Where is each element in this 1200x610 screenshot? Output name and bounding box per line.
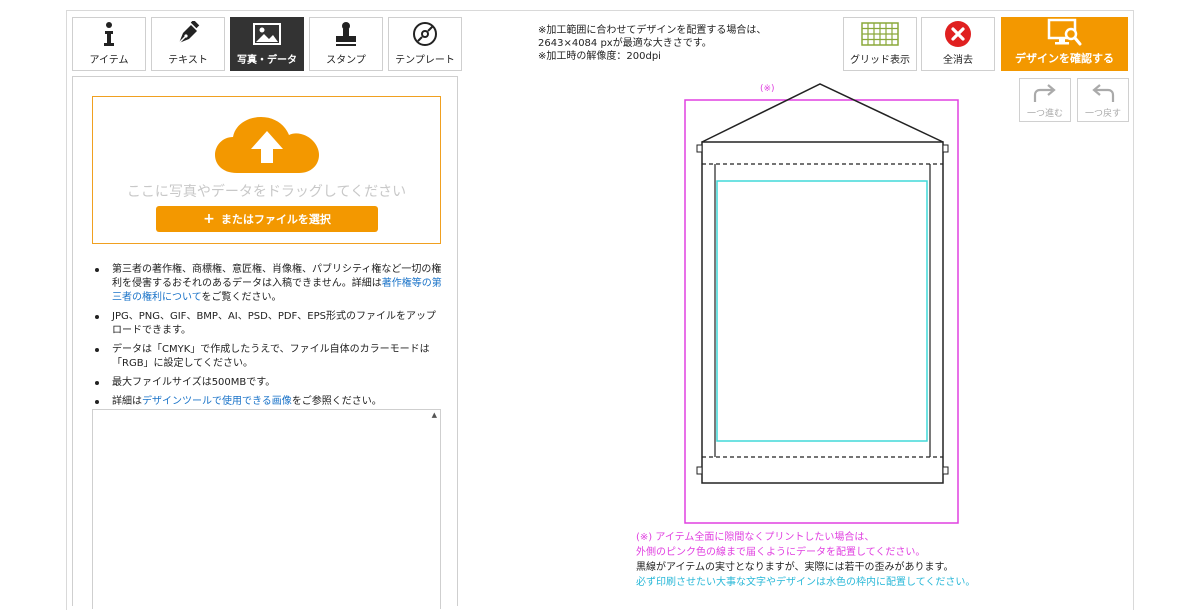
stamp-icon: [333, 20, 359, 48]
grid-label: グリッド表示: [850, 55, 910, 66]
tab-label: 写真・データ: [237, 55, 297, 66]
safe-area: [716, 180, 928, 442]
list-item: 最大ファイルサイズは500MBです。: [95, 376, 445, 390]
clear-all-button[interactable]: 全消去: [921, 17, 995, 71]
note-text: をご参照ください。: [291, 396, 382, 407]
tab-label: テンプレート: [395, 55, 455, 66]
grid-toggle-button[interactable]: グリッド表示: [843, 17, 917, 71]
top-right-hook: [942, 144, 949, 153]
info-line: 2643×4084 pxが最適な大きさです。: [538, 38, 712, 49]
select-file-button[interactable]: + またはファイルを選択: [156, 206, 378, 232]
bottom-left-hook: [696, 466, 703, 475]
bottom-right-hook: [942, 466, 949, 475]
info-line: ※加工時の解像度：200dpi: [538, 51, 661, 62]
redo-icon: [1033, 84, 1056, 102]
scroll-up-arrow-icon[interactable]: ▲: [432, 411, 437, 419]
info-icon: [102, 20, 116, 48]
list-item: 詳細はデザインツールで使用できる画像をご参照ください。: [95, 395, 445, 409]
note-text: JPG、PNG、GIF、BMP、AI、PSD、PDF、EPS形式のファイルをアッ…: [112, 311, 437, 336]
top-left-hook: [696, 144, 703, 153]
note-text: をご覧ください。: [201, 292, 282, 303]
confirm-design-button[interactable]: デザインを確認する: [1001, 17, 1128, 71]
clear-label: 全消去: [943, 55, 973, 66]
note-text: 最大ファイルサイズは500MBです。: [112, 377, 276, 388]
upload-cloud-icon: [213, 117, 321, 177]
legend-line-pink: 外側のピンク色の線まで届くようにデータを配置してください。: [636, 547, 926, 558]
usable-images-link[interactable]: デザインツールで使用できる画像: [142, 396, 292, 407]
list-item: データは「CMYK」で作成したうえで、ファイル自体のカラーモードは「RGB」に設…: [95, 343, 445, 371]
canvas-legend: (※) アイテム全面に隙間なくプリントしたい場合は、 外側のピンク色の線まで届く…: [636, 530, 975, 590]
grid-icon: [861, 19, 899, 49]
monitor-search-icon: [1047, 18, 1083, 48]
tab-text[interactable]: テキスト: [151, 17, 225, 71]
info-line: ※加工範囲に合わせてデザインを配置する場合は、: [538, 25, 767, 36]
redo-label: 一つ進む: [1026, 109, 1063, 119]
confirm-label: デザインを確認する: [1015, 52, 1114, 65]
file-drop-zone[interactable]: ここに写真やデータをドラッグしてください + またはファイルを選択: [92, 96, 441, 244]
plus-icon: +: [203, 211, 215, 227]
template-icon: [412, 20, 438, 48]
tab-template[interactable]: テンプレート: [388, 17, 462, 71]
hanging-string: [701, 83, 944, 143]
item-outline: [701, 141, 944, 484]
pen-icon: [175, 20, 201, 48]
note-text: 詳細は: [112, 396, 142, 407]
legend-line-pink: (※) アイテム全面に隙間なくプリントしたい場合は、: [636, 532, 875, 543]
tab-label: スタンプ: [326, 55, 366, 66]
upload-notes: 第三者の著作権、商標権、意匠権、肖像権、パブリシティ権など一切の権利を侵害するお…: [95, 263, 445, 414]
size-info: ※加工範囲に合わせてデザインを配置する場合は、 2643×4084 pxが最適な…: [538, 24, 766, 63]
legend-line-black: 黒線がアイテムの実寸となりますが、実際には若干の歪みがあります。: [636, 562, 954, 573]
undo-icon: [1092, 84, 1115, 102]
tab-item[interactable]: アイテム: [72, 17, 146, 71]
drop-hint: ここに写真やデータをドラッグしてください: [126, 184, 407, 200]
tab-photo-data[interactable]: 写真・データ: [230, 17, 304, 71]
tool-tabs: アイテム テキスト 写真・データ スタンプ テンプレート: [72, 17, 462, 71]
tab-stamp[interactable]: スタンプ: [309, 17, 383, 71]
note-text: データは「CMYK」で作成したうえで、ファイル自体のカラーモードは「RGB」に設…: [112, 344, 430, 369]
tab-label: テキスト: [168, 55, 208, 66]
photo-data-panel: ここに写真やデータをドラッグしてください + またはファイルを選択 第三者の著作…: [72, 76, 458, 609]
tab-label: アイテム: [89, 55, 129, 66]
select-file-label: またはファイルを選択: [220, 213, 331, 226]
undo-label: 一つ戻す: [1084, 109, 1121, 119]
undo-button[interactable]: 一つ戻す: [1077, 78, 1129, 122]
close-circle-icon: [944, 19, 972, 49]
legend-line-cyan: 必ず印刷させたい大事な文字やデザインは水色の枠内に配置してください。: [636, 577, 976, 588]
list-item: 第三者の著作権、商標権、意匠権、肖像権、パブリシティ権など一切の権利を侵害するお…: [95, 263, 445, 305]
redo-button[interactable]: 一つ進む: [1019, 78, 1071, 122]
image-icon: [253, 20, 281, 48]
uploaded-images-list[interactable]: ▲: [92, 409, 441, 609]
design-canvas[interactable]: [680, 80, 970, 530]
list-item: JPG、PNG、GIF、BMP、AI、PSD、PDF、EPS形式のファイルをアッ…: [95, 310, 445, 338]
